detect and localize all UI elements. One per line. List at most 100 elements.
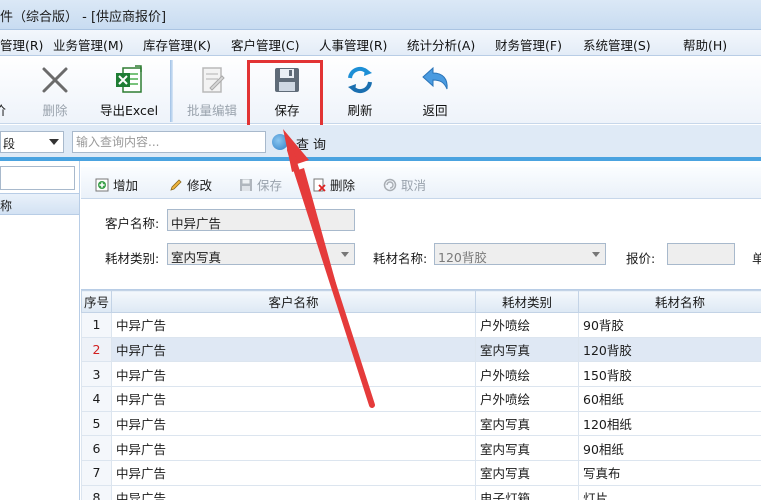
row-number: 8 [81,484,112,500]
save-highlight-box [247,60,323,128]
type-cell: 室内写真 [475,435,579,462]
column-header-no[interactable]: 序号 [81,290,112,313]
menu-item-customer[interactable]: 客户管理(C) [231,35,299,54]
material-type-select[interactable]: 室内写真 [167,243,355,265]
menu-item-manage[interactable]: 管理(R) [0,35,43,54]
menu-item-help[interactable]: 帮助(H) [683,35,727,54]
cancel-button[interactable]: 取消 [383,175,426,193]
menu-item-statistics[interactable]: 统计分析(A) [407,35,475,54]
query-icon [272,134,288,150]
refresh-button[interactable]: 刷新 [328,56,392,124]
unit-label: 单 [752,251,761,266]
menu-item-business[interactable]: 业务管理(M) [53,35,124,54]
search-field-value: 段 [3,137,16,151]
delete-doc-icon [313,178,326,192]
customer-name-field[interactable]: 中异广告 [167,209,355,231]
query-button-label: 查询 [296,138,331,153]
material-cell: 90背胶 [578,312,761,338]
chevron-down-icon [49,139,59,145]
type-cell: 电子灯箱 [475,484,579,500]
table-row[interactable]: 1 中异广告 户外喷绘 90背胶 [81,312,761,338]
row-save-button[interactable]: 保存 [239,175,282,193]
save-icon [240,179,252,191]
refresh-icon [348,66,372,94]
table-row[interactable]: 5 中异广告 室内写真 120相纸 [81,410,761,437]
row-number: 2 [81,336,112,363]
quote-form: 客户名称: 中异广告 耗材类别: 室内写真 耗材名称: 120背胶 报价: 单 [81,199,761,287]
customer-cell: 中异广告 [111,386,476,412]
table-row[interactable]: 7 中异广告 室内写真 写真布 [81,460,761,486]
row-number: 7 [81,460,112,486]
delete-button[interactable]: 删除 [30,56,80,124]
quote-table: 序号 客户名称 耗材类别 耗材名称 1 中异广告 户外喷绘 90背胶 2 中异广告 室内写真… [81,289,761,500]
price-field[interactable] [667,243,735,265]
material-cell: 90相纸 [578,435,761,462]
table-row[interactable]: 3 中异广告 户外喷绘 150背胶 [81,361,761,388]
search-input[interactable] [72,131,266,153]
material-name-select[interactable]: 120背胶 [434,243,606,265]
search-field-select[interactable]: 段 [0,131,64,153]
table-row[interactable]: 6 中异广告 室内写真 90相纸 [81,435,761,462]
add-button[interactable]: 增加 [95,175,138,193]
batch-edit-label: 批量编辑 [186,103,237,118]
left-panel-filter-input[interactable] [0,166,75,190]
batch-edit-button[interactable]: 批量编辑 [180,56,244,124]
cancel-icon [383,178,397,192]
edit-button[interactable]: 修改 [169,175,212,193]
back-button[interactable]: 返回 [403,56,467,124]
material-name-label: 耗材名称: [373,251,428,266]
customer-cell: 中异广告 [111,312,476,338]
row-delete-button-label: 删除 [330,178,356,193]
row-number: 6 [81,435,112,462]
back-arrow-icon [422,66,448,90]
refresh-button-label: 刷新 [347,103,373,118]
left-panel: 称 [0,161,80,500]
delete-button-label: 删除 [42,103,68,118]
price-button[interactable]: 价 [0,56,10,124]
material-name-value: 120背胶 [438,250,487,265]
main-toolbar: 价 删除 导出Excel 批量编辑 [0,56,761,124]
left-panel-header-label: 称 [0,199,13,213]
row-delete-button[interactable]: 删除 [312,175,355,193]
table-row[interactable]: 4 中异广告 户外喷绘 60相纸 [81,386,761,412]
material-type-label: 耗材类别: [105,251,160,266]
export-excel-button[interactable]: 导出Excel [98,56,160,124]
price-label: 报价: [626,251,656,266]
export-excel-label: 导出Excel [99,103,159,118]
type-cell: 户外喷绘 [475,386,579,412]
column-header-material[interactable]: 耗材名称 [578,290,761,313]
menu-bar: 管理(R) 业务管理(M) 库存管理(K) 客户管理(C) 人事管理(R) 统计… [0,30,761,56]
back-button-label: 返回 [422,103,448,118]
search-bar: 段 查询 [0,125,761,161]
row-save-button-label: 保存 [257,178,283,193]
row-number: 4 [81,386,112,412]
material-cell: 150背胶 [578,361,761,388]
record-toolbar: 增加 修改 保存 删除 取消 [81,167,761,199]
type-cell: 户外喷绘 [475,312,579,338]
customer-cell: 中异广告 [111,435,476,462]
customer-cell: 中异广告 [111,484,476,500]
menu-item-inventory[interactable]: 库存管理(K) [143,35,211,54]
column-header-type[interactable]: 耗材类别 [475,290,579,313]
chevron-down-icon [341,252,349,257]
customer-cell: 中异广告 [111,361,476,388]
add-icon [95,178,109,192]
type-cell: 室内写真 [475,410,579,437]
excel-icon [116,65,142,93]
window-title: 件（综合版） - [供应商报价] [0,10,167,25]
query-button[interactable]: 查询 [272,131,332,153]
customer-cell: 中异广告 [111,410,476,437]
menu-item-hr[interactable]: 人事管理(R) [319,35,387,54]
left-panel-header: 称 [0,193,79,215]
batch-edit-icon [202,67,225,93]
menu-item-finance[interactable]: 财务管理(F) [495,35,562,54]
menu-item-system[interactable]: 系统管理(S) [583,35,651,54]
material-cell: 120相纸 [578,410,761,437]
column-header-customer[interactable]: 客户名称 [111,290,476,313]
table-row[interactable]: 2 中异广告 室内写真 120背胶 [81,336,761,363]
delete-x-icon [42,67,68,93]
type-cell: 室内写真 [475,336,579,363]
table-row[interactable]: 8 中异广告 电子灯箱 灯片 [81,484,761,500]
row-number: 3 [81,361,112,388]
customer-cell: 中异广告 [111,336,476,363]
